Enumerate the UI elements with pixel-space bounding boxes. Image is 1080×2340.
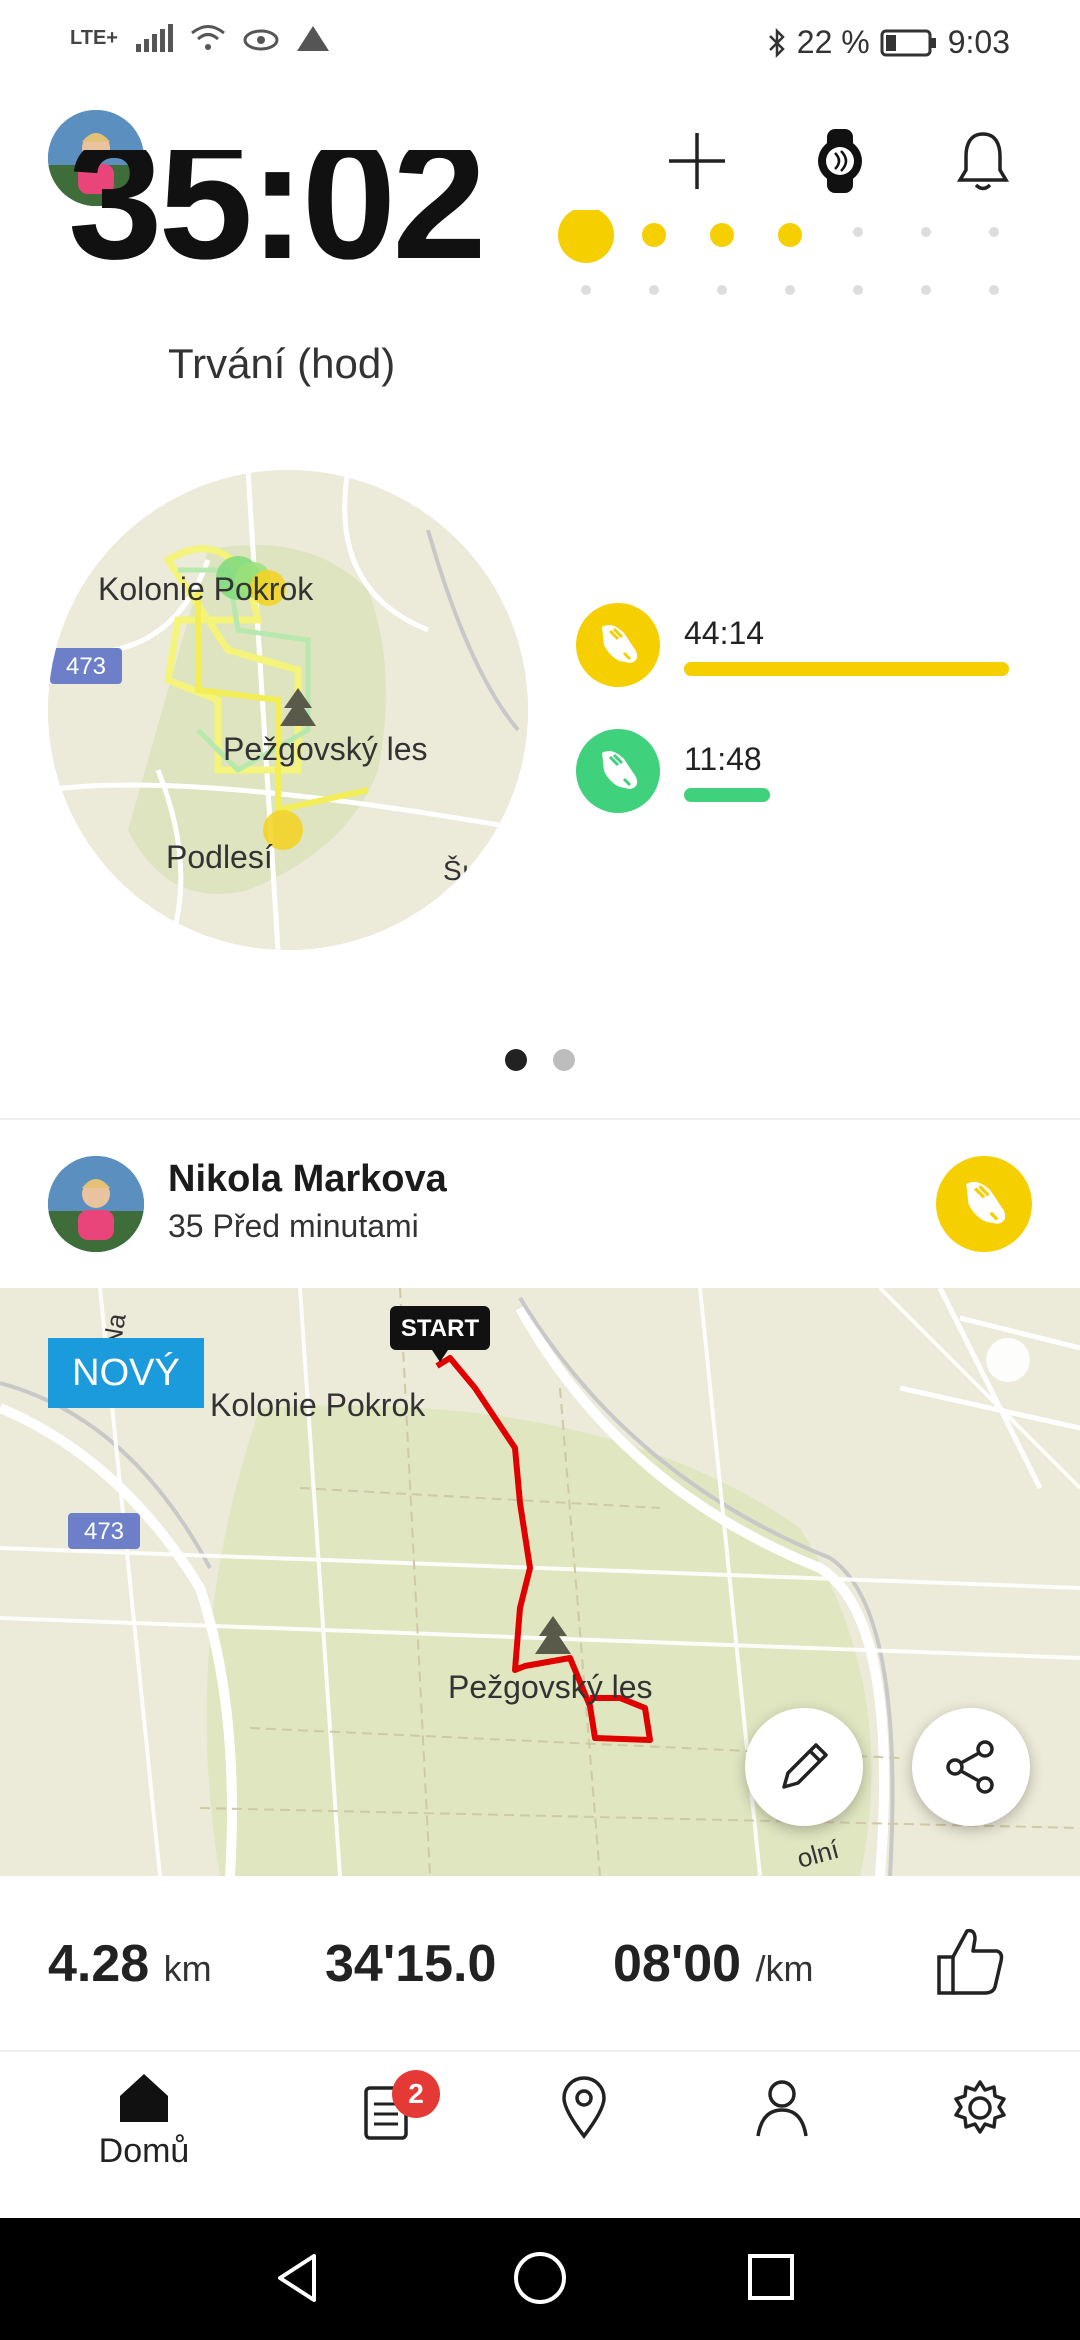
walking-shoe-icon bbox=[602, 751, 638, 789]
pace-unit: /km bbox=[755, 1948, 814, 1989]
status-left: LTE+ bbox=[70, 24, 330, 52]
map-label-edge: Šı bbox=[443, 855, 469, 886]
stat-icon-walking bbox=[576, 729, 660, 813]
pager-dot-2[interactable] bbox=[553, 1049, 575, 1071]
nav-settings[interactable] bbox=[920, 2070, 1040, 2142]
road-number-label: 473 bbox=[66, 653, 106, 680]
settings-icon bbox=[954, 2080, 1006, 2134]
start-label: START bbox=[401, 1315, 480, 1342]
nav-home[interactable]: Domů bbox=[84, 2070, 204, 2171]
map-label-kolonie: Kolonie Pokrok bbox=[98, 571, 314, 607]
stat-bar-running bbox=[684, 661, 1009, 676]
total-duration-value: 35:02 bbox=[68, 150, 528, 285]
feed-activity-type[interactable] bbox=[936, 1156, 1032, 1252]
pager-dot-1[interactable] bbox=[505, 1049, 527, 1071]
pencil-icon bbox=[782, 1743, 828, 1789]
share-button[interactable] bbox=[912, 1708, 1030, 1826]
nav-home-label: Domů bbox=[98, 2132, 190, 2170]
nav-map[interactable] bbox=[524, 2070, 644, 2142]
watch-button[interactable] bbox=[795, 116, 885, 206]
status-bar: LTE+ 22 % 9:03 bbox=[0, 0, 1080, 90]
activity-heatmap[interactable]: 473 Kolonie Pokrok Pežgovský les Podlesí… bbox=[48, 470, 528, 950]
circle-home-icon bbox=[514, 2252, 566, 2304]
map-label-podlesi: Podlesí bbox=[166, 839, 273, 875]
bluetooth-icon bbox=[768, 27, 785, 58]
warning-icon bbox=[296, 26, 329, 51]
stat-icon-running bbox=[576, 603, 660, 687]
metric-duration: 34'15.0 bbox=[325, 1934, 496, 1994]
bottom-navigation: Domů 2 bbox=[0, 2050, 1080, 2220]
distance-unit: km bbox=[163, 1948, 212, 1989]
battery-percent: 22 % bbox=[796, 24, 870, 60]
section-divider bbox=[0, 1118, 1080, 1120]
running-shoe-icon bbox=[602, 625, 638, 663]
distance-value: 4.28 bbox=[48, 1935, 150, 1993]
feed-avatar-photo bbox=[48, 1156, 144, 1252]
notifications-button[interactable] bbox=[938, 116, 1028, 206]
profile-icon bbox=[756, 2080, 808, 2137]
activity-stats-panel: 44:14 11:48 bbox=[576, 600, 1016, 816]
map-layer-icon bbox=[986, 1338, 1030, 1382]
share-icon bbox=[946, 1740, 994, 1794]
metric-distance: 4.28 km bbox=[48, 1934, 212, 1994]
like-button[interactable] bbox=[926, 1916, 1016, 2006]
notification-badge: 2 bbox=[392, 2070, 440, 2118]
back-button[interactable] bbox=[268, 2248, 348, 2308]
stat-bar-walking bbox=[684, 787, 770, 802]
pace-value: 08'00 bbox=[613, 1935, 742, 1993]
map-label-forest: Pežgovský les bbox=[448, 1669, 653, 1705]
back-icon bbox=[278, 2254, 316, 2302]
road-number-label: 473 bbox=[84, 1518, 124, 1545]
thumbs-up-icon bbox=[937, 1928, 1004, 1995]
map-label-kolonie: Kolonie Pokrok bbox=[210, 1387, 426, 1423]
bell-icon bbox=[956, 132, 1010, 191]
stat-running[interactable]: 44:14 bbox=[576, 600, 1016, 690]
stat-value-running: 44:14 bbox=[684, 614, 765, 651]
stat-walking[interactable]: 11:48 bbox=[576, 726, 1016, 816]
edit-button[interactable] bbox=[745, 1708, 863, 1826]
feed-time-ago: 35 Před minutami bbox=[168, 1208, 419, 1244]
heatmap-graphic: 473 Kolonie Pokrok Pežgovský les Podlesí… bbox=[48, 470, 528, 950]
square-recents-icon bbox=[748, 2254, 794, 2300]
system-navigation-bar bbox=[0, 2218, 1080, 2340]
recents-button[interactable] bbox=[740, 2248, 804, 2312]
nav-feed[interactable]: 2 bbox=[326, 2070, 446, 2142]
running-shoe-icon bbox=[966, 1181, 1006, 1224]
status-right: 22 % 9:03 bbox=[767, 24, 1010, 61]
eye-icon bbox=[243, 29, 279, 51]
map-label-forest: Pežgovský les bbox=[223, 731, 428, 767]
network-type: LTE+ bbox=[70, 26, 118, 49]
nav-profile[interactable] bbox=[722, 2070, 842, 2142]
new-badge: NOVÝ bbox=[48, 1338, 204, 1408]
clock: 9:03 bbox=[947, 24, 1010, 60]
map-pin-icon bbox=[562, 2076, 606, 2139]
metric-pace: 08'00 /km bbox=[613, 1934, 814, 1994]
watch-icon bbox=[818, 129, 862, 193]
duration-label: Trvání (hod) bbox=[168, 340, 396, 387]
home-icon bbox=[120, 2074, 168, 2122]
feed-avatar[interactable] bbox=[48, 1156, 144, 1252]
activity-metrics: 4.28 km 34'15.0 08'00 /km bbox=[0, 1876, 1080, 2050]
home-system-button[interactable] bbox=[508, 2248, 572, 2312]
signal-icon bbox=[135, 24, 173, 52]
duration-value: 34'15.0 bbox=[325, 1935, 497, 1993]
feed-user-name[interactable]: Nikola Markova bbox=[168, 1158, 447, 1201]
stat-value-walking: 11:48 bbox=[684, 740, 762, 777]
add-button[interactable] bbox=[652, 116, 742, 206]
wifi-icon bbox=[191, 25, 225, 50]
weekly-dot-chart bbox=[558, 210, 999, 295]
add-icon bbox=[669, 133, 725, 189]
total-duration-text: 35:02 bbox=[68, 150, 487, 285]
battery-icon bbox=[880, 29, 936, 56]
